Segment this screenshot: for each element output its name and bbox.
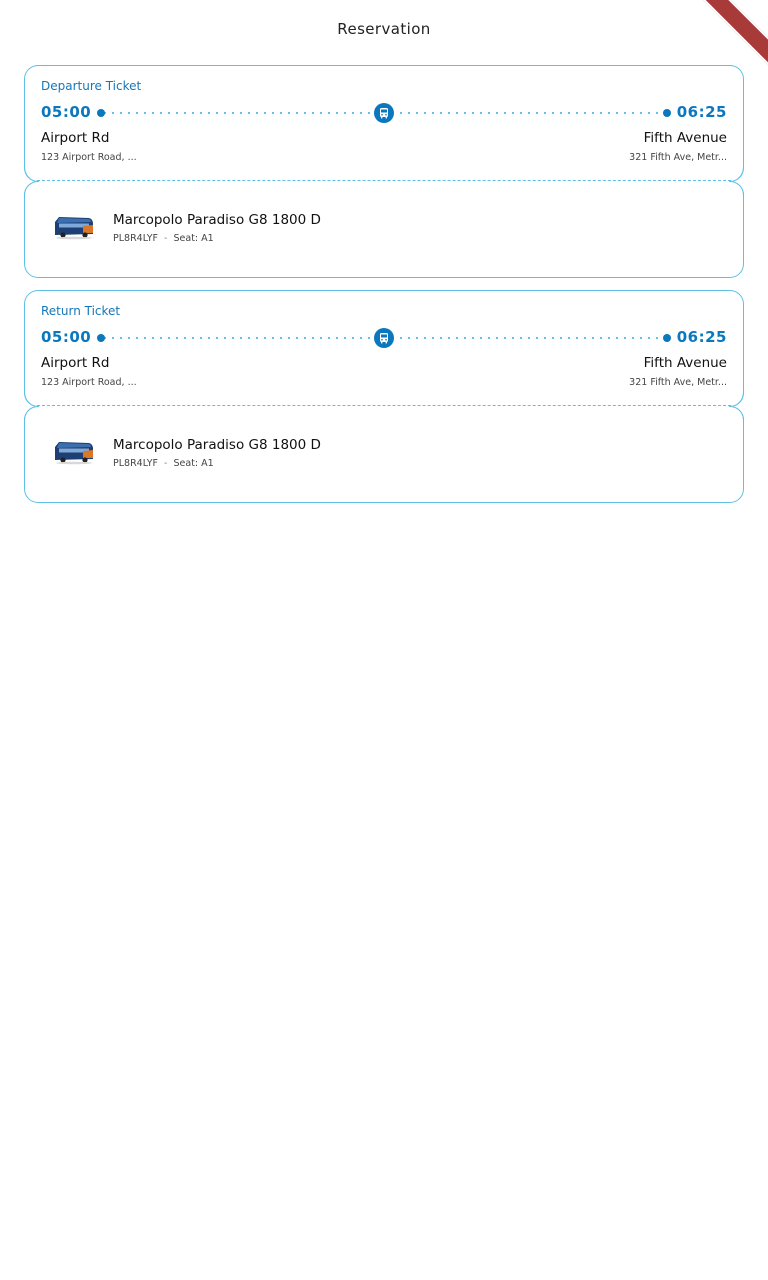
bus-photo [55,442,93,465]
bus-photo [55,217,93,240]
page-title: Reservation [337,20,431,38]
seat-number: Seat: A1 [173,233,214,244]
bus-icon [374,103,394,123]
bus-model: Marcopolo Paradiso G8 1800 D [113,212,321,228]
route-line [97,328,671,348]
ticket-type-label: Departure Ticket [41,79,142,93]
ticket-bus-card: Marcopolo Paradiso G8 1800 D PL8R4LYF - … [24,406,744,503]
departure-ticket[interactable]: Departure Ticket 05:00 06:25 Airport Rd … [24,65,744,278]
origin-address: 123 Airport Road, ... [41,152,137,163]
app-bar: Reservation [0,0,768,58]
destination-address: 321 Fifth Ave, Metr... [629,377,727,388]
detail-separator: - [164,233,168,244]
arrival-time: 06:25 [676,103,727,121]
origin-address: 123 Airport Road, ... [41,377,137,388]
detail-separator: - [164,458,168,469]
route-line [97,103,671,123]
ticket-notch-left [24,406,39,421]
bus-icon [374,328,394,348]
bus-details: PL8R4LYF - Seat: A1 [113,458,214,469]
destination-station-name: Fifth Avenue [643,130,727,146]
ticket-notch-left [24,181,39,196]
return-ticket[interactable]: Return Ticket 05:00 06:25 Airport Rd Fif… [24,290,744,503]
ticket-bus-card: Marcopolo Paradiso G8 1800 D PL8R4LYF - … [24,181,744,278]
ticket-route-card: Departure Ticket 05:00 06:25 Airport Rd … [24,65,744,182]
destination-address: 321 Fifth Ave, Metr... [629,152,727,163]
origin-station-name: Airport Rd [41,130,110,146]
ticket-notch-right [729,392,744,407]
departure-time: 05:00 [41,328,92,346]
ticket-notch-right [729,167,744,182]
ticket-notch-right [729,181,744,196]
departure-time: 05:00 [41,103,92,121]
ticket-notch-right [729,406,744,421]
ticket-route-card: Return Ticket 05:00 06:25 Airport Rd Fif… [24,290,744,407]
origin-station-name: Airport Rd [41,355,110,371]
bus-model: Marcopolo Paradiso G8 1800 D [113,437,321,453]
destination-dot [663,334,671,342]
destination-station-name: Fifth Avenue [643,355,727,371]
ticket-notch-left [24,392,39,407]
ticket-type-label: Return Ticket [41,304,121,318]
ticket-notch-left [24,167,39,182]
origin-dot [97,334,105,342]
origin-dot [97,109,105,117]
plate-number: PL8R4LYF [113,458,159,469]
plate-number: PL8R4LYF [113,233,159,244]
bus-details: PL8R4LYF - Seat: A1 [113,233,214,244]
arrival-time: 06:25 [676,328,727,346]
destination-dot [663,109,671,117]
seat-number: Seat: A1 [173,458,214,469]
